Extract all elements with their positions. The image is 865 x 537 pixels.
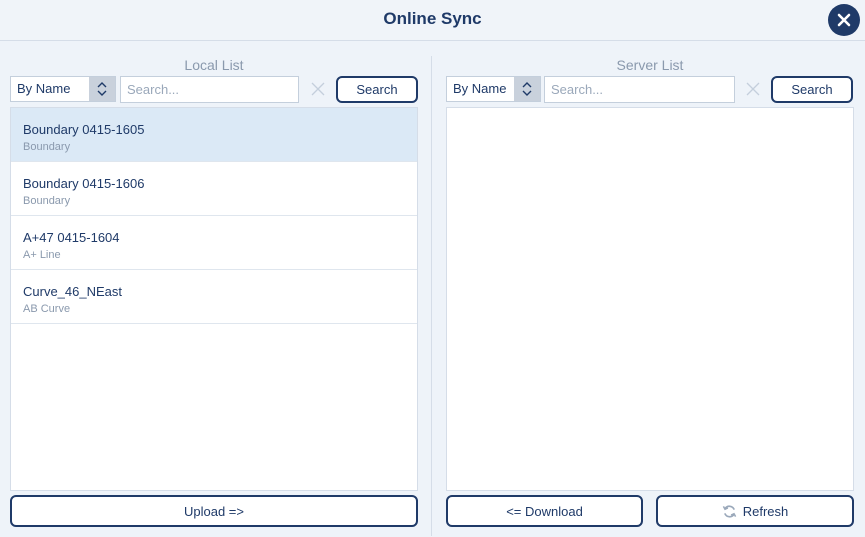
item-name: Curve_46_NEast [23,284,122,299]
item-type: Boundary [23,195,71,207]
server-search-input[interactable] [544,76,735,103]
server-list-title: Server List [616,57,684,73]
download-button[interactable]: <= Download [446,495,643,527]
list-item[interactable]: Curve_46_NEast AB Curve [11,270,417,324]
server-clear-search-icon[interactable] [746,82,760,96]
local-sort-label: By Name [17,81,71,96]
local-list: Boundary 0415-1605 Boundary Boundary 041… [10,107,418,491]
server-list [446,107,854,491]
dialog-title: Online Sync [383,9,482,28]
item-type: AB Curve [23,303,71,315]
close-icon [837,13,851,27]
close-button[interactable] [828,4,860,36]
item-type: Boundary [23,141,71,153]
refresh-button[interactable]: Refresh [656,495,854,527]
local-search-input[interactable] [120,76,299,103]
list-item[interactable]: A+47 0415-1604 A+ Line [11,216,417,270]
item-name: Boundary 0415-1605 [23,122,145,137]
panel-divider [431,56,432,536]
item-name: Boundary 0415-1606 [23,176,145,191]
refresh-label: Refresh [742,503,789,519]
server-sort-select[interactable]: By Name [446,76,541,102]
refresh-icon [722,504,736,518]
local-list-title: Local List [184,57,244,73]
server-search-button[interactable]: Search [771,76,853,103]
sort-arrows-icon [89,77,115,101]
dialog-header: Online Sync [0,0,865,41]
sort-arrows-icon [514,77,540,101]
list-item[interactable]: Boundary 0415-1606 Boundary [11,162,417,216]
local-sort-select[interactable]: By Name [10,76,116,102]
list-item[interactable]: Boundary 0415-1605 Boundary [11,108,417,162]
item-name: A+47 0415-1604 [23,230,120,245]
server-sort-label: By Name [453,81,507,96]
local-search-button[interactable]: Search [336,76,418,103]
local-clear-search-icon[interactable] [311,82,325,96]
item-type: A+ Line [23,249,61,261]
upload-button[interactable]: Upload => [10,495,418,527]
